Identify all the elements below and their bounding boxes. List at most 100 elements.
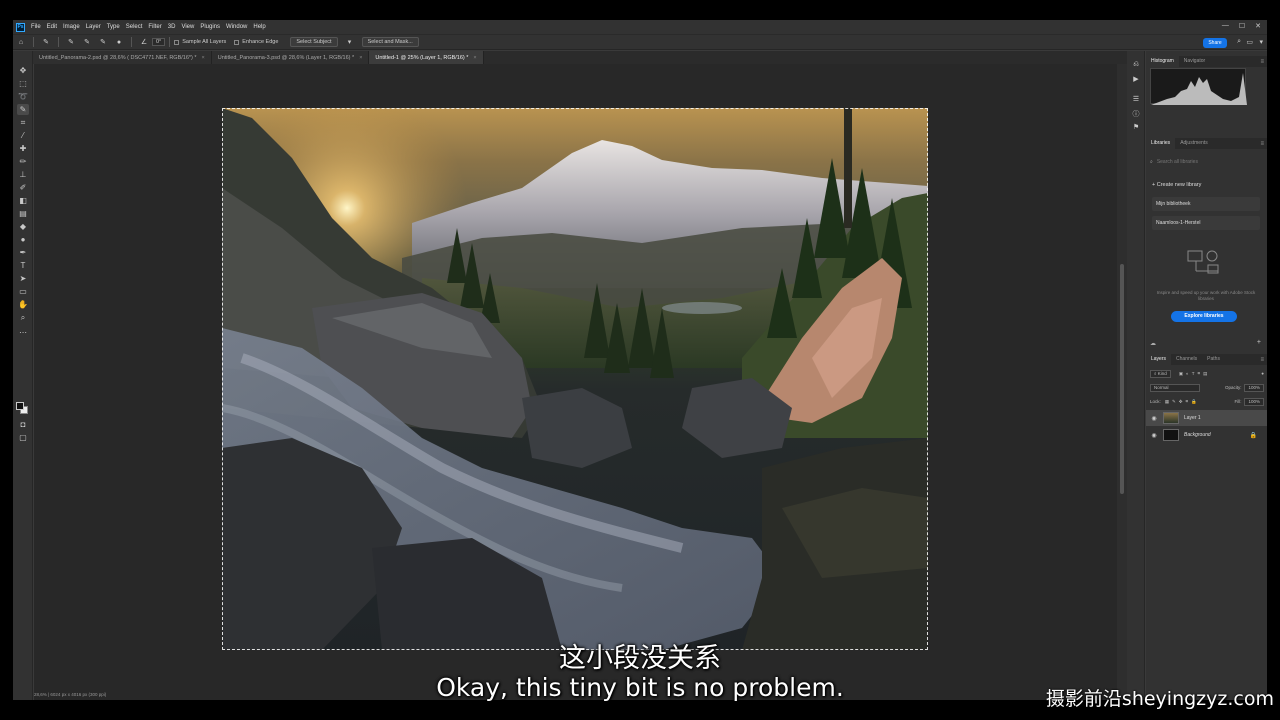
tab-histogram[interactable]: Histogram (1146, 56, 1179, 67)
tab-panorama-2[interactable]: Untitled_Panorama-2.psd @ 28,6% ( DSC477… (33, 51, 212, 64)
brush-tool-icon[interactable]: ✏ (17, 156, 29, 167)
arrange-icon[interactable]: ▾ (1259, 38, 1263, 46)
cloud-icon[interactable]: ☁ (1150, 340, 1156, 347)
clone-stamp-icon[interactable]: ⊥ (17, 169, 29, 180)
eraser-tool-icon[interactable]: ◧ (17, 195, 29, 206)
share-button[interactable]: Share (1203, 38, 1227, 48)
dodge-tool-icon[interactable]: ● (17, 234, 29, 245)
quick-selection-preset-icon[interactable]: ✎ (41, 37, 51, 47)
new-selection-icon[interactable]: ✎ (66, 37, 76, 47)
learn-icon[interactable]: ⚑ (1131, 123, 1141, 133)
subtract-selection-icon[interactable]: ✎ (98, 37, 108, 47)
screen-mode-icon[interactable]: ▢ (17, 432, 29, 443)
menu-layer[interactable]: Layer (86, 24, 101, 30)
lock-icons[interactable]: ▦✎✥⌗🔒 (1165, 399, 1200, 405)
panel-menu-icon[interactable]: ≡ (1260, 357, 1264, 363)
close-icon[interactable]: × (202, 55, 205, 61)
shape-tool-icon[interactable]: ▭ (17, 286, 29, 297)
library-item[interactable]: Naamloos-1-Herstel (1152, 216, 1260, 230)
blur-tool-icon[interactable]: ◆ (17, 221, 29, 232)
hand-tool-icon[interactable]: ✋ (17, 299, 29, 310)
opacity-field[interactable]: 100% (1244, 383, 1264, 392)
document-canvas-image[interactable] (222, 108, 928, 650)
move-tool-icon[interactable]: ✥ (17, 65, 29, 76)
layer-filter-icons[interactable]: ▣◐T⌗▤ (1179, 371, 1211, 377)
scrollbar-thumb[interactable] (1120, 264, 1124, 494)
info-icon[interactable]: ⓘ (1131, 109, 1141, 119)
quick-selection-tool-icon[interactable]: ✎ (17, 104, 29, 115)
create-library-button[interactable]: + Create new library (1152, 182, 1201, 188)
menu-bar: Ps File Edit Image Layer Type Select Fil… (13, 20, 1267, 34)
filter-toggle-icon[interactable]: ● (1261, 371, 1264, 376)
library-item[interactable]: Mijn bibliotheek (1152, 197, 1260, 211)
crop-tool-icon[interactable]: ⌗ (17, 117, 29, 128)
path-selection-icon[interactable]: ➤ (17, 273, 29, 284)
menu-edit[interactable]: Edit (47, 24, 57, 30)
lasso-tool-icon[interactable]: ➰ (17, 91, 29, 102)
menu-plugins[interactable]: Plugins (200, 24, 220, 30)
maximize-icon[interactable]: ☐ (1239, 22, 1245, 30)
healing-brush-icon[interactable]: ✚ (17, 143, 29, 154)
tab-libraries[interactable]: Libraries (1146, 138, 1176, 149)
search-icon[interactable]: ⌕ (1237, 38, 1241, 46)
menu-type[interactable]: Type (107, 24, 120, 30)
pen-tool-icon[interactable]: ✒ (17, 247, 29, 258)
blend-mode-select[interactable]: Normal (1150, 383, 1200, 392)
tab-channels[interactable]: Channels (1171, 354, 1202, 365)
sample-all-layers-checkbox[interactable] (174, 39, 180, 45)
menu-select[interactable]: Select (126, 24, 143, 30)
tab-untitled-1[interactable]: Untitled-1 @ 25% (Layer 1, RGB/16) * × (369, 51, 484, 64)
menu-window[interactable]: Window (226, 24, 247, 30)
tab-layers[interactable]: Layers (1146, 354, 1172, 365)
home-icon[interactable]: ⌂ (16, 37, 26, 47)
eye-icon[interactable]: ◉ (1149, 415, 1159, 422)
eyedropper-tool-icon[interactable]: ⁄ (17, 130, 29, 141)
fill-field[interactable]: 100% (1244, 397, 1264, 406)
tab-paths[interactable]: Paths (1202, 354, 1225, 365)
layer-row-layer-1[interactable]: ◉ Layer 1 (1146, 410, 1267, 426)
close-icon[interactable]: × (473, 55, 476, 61)
tab-panorama-3[interactable]: Untitled_Panorama-3.psd @ 28,6% (Layer 1… (211, 51, 370, 64)
layer-row-background[interactable]: ◉ Background 🔒 (1146, 427, 1267, 443)
quick-mask-icon[interactable]: ◘ (17, 419, 29, 430)
close-icon[interactable]: × (359, 55, 362, 61)
panel-menu-icon[interactable]: ≡ (1260, 59, 1264, 65)
menu-help[interactable]: Help (253, 24, 265, 30)
foreground-color-swatch[interactable] (16, 402, 24, 410)
workspace-icon[interactable]: ▭ (1246, 38, 1253, 46)
library-search-input[interactable]: Search all libraries (1157, 159, 1198, 165)
add-icon[interactable]: + (1257, 339, 1261, 346)
actions-play-icon[interactable]: ▶ (1131, 75, 1141, 85)
brush-size-icon[interactable]: ● (114, 37, 124, 47)
menu-file[interactable]: File (31, 24, 41, 30)
history-brush-icon[interactable]: ✐ (17, 182, 29, 193)
explore-libraries-button[interactable]: Explore libraries (1171, 311, 1237, 322)
vertical-scrollbar[interactable] (1117, 64, 1127, 700)
select-and-mask-button[interactable]: Select and Mask... (361, 37, 419, 47)
panel-menu-icon[interactable]: ≡ (1260, 141, 1264, 147)
chevron-down-icon[interactable]: ▾ (345, 37, 355, 47)
fill-label: Fill: (1234, 399, 1242, 404)
menu-filter[interactable]: Filter (148, 24, 161, 30)
gradient-tool-icon[interactable]: ▤ (17, 208, 29, 219)
close-icon[interactable]: ✕ (1255, 22, 1261, 30)
eye-icon[interactable]: ◉ (1149, 432, 1159, 439)
layer-kind-select[interactable]: ⌕ Kind (1150, 369, 1171, 378)
history-icon[interactable]: ⎌ (1131, 61, 1141, 71)
angle-field[interactable]: 0° (152, 38, 166, 46)
type-tool-icon[interactable]: T (17, 260, 29, 271)
tab-navigator[interactable]: Navigator (1179, 56, 1210, 67)
marquee-tool-icon[interactable]: ⬚ (17, 78, 29, 89)
more-tools-icon[interactable]: ⋯ (17, 327, 29, 338)
select-subject-button[interactable]: Select Subject (290, 37, 338, 47)
menu-3d[interactable]: 3D (168, 24, 176, 30)
tab-adjustments[interactable]: Adjustments (1175, 138, 1213, 149)
add-selection-icon[interactable]: ✎ (82, 37, 92, 47)
library-search[interactable]: ⌕ Search all libraries (1150, 157, 1262, 167)
menu-image[interactable]: Image (63, 24, 80, 30)
properties-icon[interactable]: ☰ (1131, 95, 1141, 105)
zoom-tool-icon[interactable]: ⌕ (17, 312, 29, 323)
enhance-edge-checkbox[interactable] (234, 39, 240, 45)
menu-view[interactable]: View (181, 24, 194, 30)
minimize-icon[interactable]: — (1222, 22, 1229, 30)
